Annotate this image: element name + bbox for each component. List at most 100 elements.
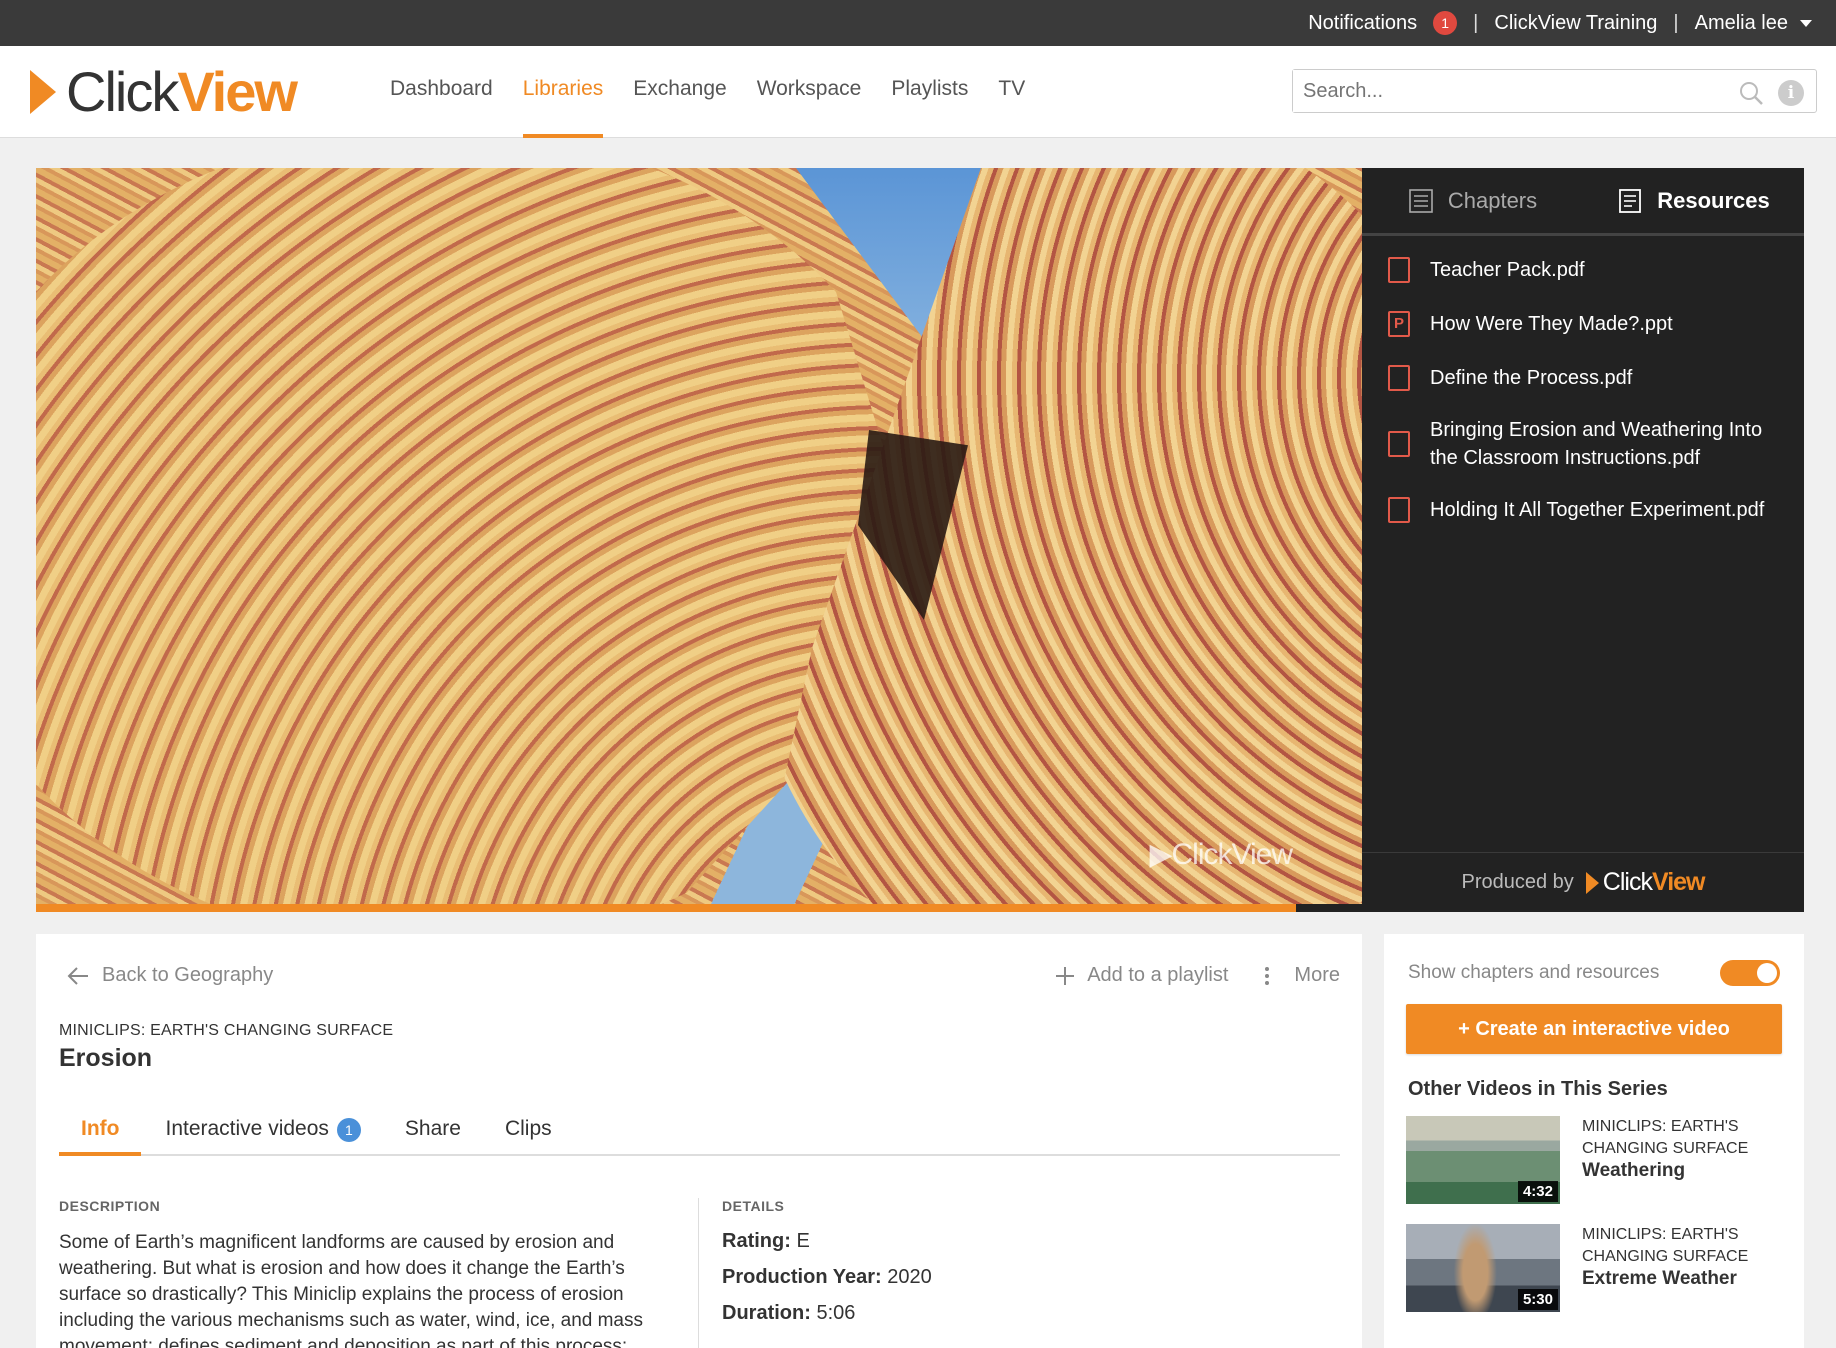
nav-libraries[interactable]: Libraries (522, 46, 604, 138)
utility-bar: Notifications 1 | ClickView Training | A… (0, 0, 1836, 46)
tab-interactive-videos[interactable]: Interactive videos 1 (143, 1110, 382, 1156)
user-menu[interactable]: Amelia lee (1695, 12, 1788, 35)
nav-dashboard[interactable]: Dashboard (390, 46, 493, 138)
logo-play-icon (30, 70, 56, 114)
resource-name: Teacher Pack.pdf (1430, 259, 1585, 281)
toggle-knob (1757, 963, 1777, 983)
video-title-link[interactable]: Extreme Weather (1582, 1268, 1786, 1290)
video-info-card: Back to Geography Add to a playlist More… (36, 934, 1362, 1348)
pdf-icon (1388, 257, 1410, 283)
more-button[interactable]: More (1264, 964, 1340, 987)
logo-wordmark: ClickView (66, 60, 298, 123)
resource-name: Holding It All Together Experiment.pdf (1430, 499, 1765, 521)
divider (698, 1198, 699, 1348)
resource-item[interactable]: Bringing Erosion and Weathering Into the… (1362, 416, 1804, 472)
video-meta: MINICLIPS: EARTH'S CHANGING SURFACE Weat… (1582, 1116, 1786, 1182)
clickview-logo[interactable]: ClickView (30, 60, 298, 123)
resource-name: Bringing Erosion and Weathering Into the… (1430, 419, 1763, 469)
detail-duration: Duration: 5:06 (722, 1302, 856, 1324)
nav-exchange[interactable]: Exchange (633, 46, 726, 138)
ppt-icon: P (1388, 311, 1410, 337)
pdf-icon (1388, 365, 1410, 391)
video-thumbnail[interactable]: 5:30 (1406, 1224, 1560, 1312)
resource-name: How Were They Made?.ppt (1430, 313, 1673, 335)
notifications-badge[interactable]: 1 (1433, 11, 1458, 35)
video-progress-fill (36, 904, 1296, 912)
info-tabs: Info Interactive videos 1 Share Clips (59, 1110, 1340, 1156)
nav-playlists[interactable]: Playlists (891, 46, 968, 138)
tab-interactive-videos-label: Interactive videos (165, 1117, 329, 1140)
resource-item[interactable]: P How Were They Made?.ppt (1362, 308, 1804, 340)
video-thumbnail[interactable]: 4:32 (1406, 1116, 1560, 1204)
tab-resources[interactable]: Resources (1583, 168, 1804, 233)
add-to-playlist-button[interactable]: Add to a playlist (1055, 964, 1228, 987)
description-heading: DESCRIPTION (59, 1198, 161, 1214)
tab-clips[interactable]: Clips (483, 1110, 574, 1156)
video-actions: Add to a playlist More (1019, 964, 1340, 987)
logo-play-icon (1585, 871, 1599, 894)
detail-rating: Rating: E (722, 1230, 810, 1252)
toggle-label: Show chapters and resources (1408, 962, 1660, 983)
produced-by: Produced by Click View (1362, 852, 1804, 912)
tab-chapters-label: Chapters (1447, 187, 1538, 213)
series-video-item[interactable]: 5:30 MINICLIPS: EARTH'S CHANGING SURFACE… (1406, 1224, 1786, 1312)
produced-by-label: Produced by (1461, 871, 1574, 893)
main-header: ClickView Dashboard Libraries Exchange W… (0, 46, 1836, 138)
details-heading: DETAILS (722, 1198, 785, 1214)
add-to-playlist-label: Add to a playlist (1087, 964, 1229, 986)
detail-production-year: Production Year: 2020 (722, 1266, 932, 1288)
resource-item[interactable]: Define the Process.pdf (1362, 362, 1804, 394)
resource-name: Define the Process.pdf (1430, 367, 1633, 389)
video-player[interactable]: ▶ClickView (36, 168, 1362, 904)
show-chapters-toggle-row: Show chapters and resources (1408, 960, 1780, 986)
notifications-link[interactable]: Notifications (1308, 12, 1417, 35)
video-duration: 5:30 (1517, 1289, 1558, 1310)
info-icon[interactable]: i (1778, 80, 1804, 106)
producer-logo: Click View (1585, 868, 1705, 897)
more-label: More (1294, 964, 1340, 986)
resource-list: Teacher Pack.pdf P How Were They Made?.p… (1362, 236, 1804, 526)
search-box: i (1292, 69, 1817, 113)
search-icon[interactable] (1738, 80, 1764, 111)
panel-tabs: Chapters Resources (1362, 168, 1804, 236)
video-progress-bar[interactable] (36, 904, 1362, 912)
description-text: Some of Earth’s magnificent landforms ar… (59, 1232, 643, 1348)
search-input[interactable] (1293, 70, 1733, 112)
pdf-icon (1388, 497, 1410, 523)
tab-info[interactable]: Info (59, 1110, 142, 1156)
org-link[interactable]: ClickView Training (1494, 12, 1657, 35)
video-series: MINICLIPS: EARTH'S CHANGING SURFACE (1582, 1226, 1749, 1265)
back-link[interactable]: Back to Geography (66, 964, 273, 987)
other-videos-heading: Other Videos in This Series (1408, 1078, 1668, 1100)
resource-item[interactable]: Teacher Pack.pdf (1362, 254, 1804, 286)
kebab-icon (1265, 966, 1270, 985)
nav-tv[interactable]: TV (998, 46, 1025, 138)
nav-workspace[interactable]: Workspace (757, 46, 862, 138)
create-interactive-video-button[interactable]: + Create an interactive video (1406, 1004, 1782, 1054)
series-name[interactable]: MINICLIPS: EARTH'S CHANGING SURFACE (59, 1022, 393, 1040)
pdf-icon (1388, 431, 1410, 457)
show-chapters-toggle[interactable] (1720, 960, 1780, 986)
arrow-left-icon (67, 966, 88, 985)
resource-item[interactable]: Holding It All Together Experiment.pdf (1362, 494, 1804, 526)
plus-icon (1056, 966, 1075, 985)
main-nav: Dashboard Libraries Exchange Workspace P… (390, 46, 1055, 138)
video-watermark: ▶ClickView (1149, 838, 1293, 871)
document-icon (1619, 188, 1642, 213)
video-duration: 4:32 (1517, 1181, 1558, 1202)
back-link-label: Back to Geography (102, 964, 274, 986)
video-title: Erosion (59, 1044, 153, 1072)
chevron-down-icon[interactable] (1800, 19, 1812, 27)
tab-share[interactable]: Share (383, 1110, 483, 1156)
utility-items: Notifications 1 | ClickView Training | A… (1308, 0, 1812, 46)
chapters-resources-panel: Chapters Resources Teacher Pack.pdf P Ho… (1362, 168, 1804, 912)
series-video-item[interactable]: 4:32 MINICLIPS: EARTH'S CHANGING SURFACE… (1406, 1116, 1786, 1204)
separator: | (1473, 11, 1479, 34)
side-card: Show chapters and resources + Create an … (1384, 934, 1804, 1348)
list-icon (1409, 188, 1433, 213)
video-series: MINICLIPS: EARTH'S CHANGING SURFACE (1582, 1118, 1749, 1157)
interactive-videos-badge: 1 (336, 1118, 361, 1142)
video-title-link[interactable]: Weathering (1582, 1160, 1786, 1182)
tab-chapters[interactable]: Chapters (1362, 168, 1583, 233)
separator: | (1673, 11, 1679, 34)
